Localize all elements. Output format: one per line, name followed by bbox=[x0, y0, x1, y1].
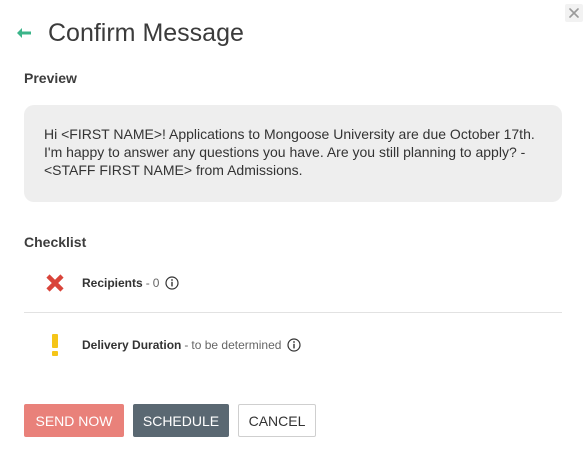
cancel-button[interactable]: CANCEL bbox=[238, 404, 316, 437]
close-button[interactable] bbox=[565, 4, 583, 22]
dialog-title: Confirm Message bbox=[48, 19, 244, 47]
checklist-divider bbox=[24, 312, 562, 313]
checklist-item-separator: - bbox=[184, 338, 189, 352]
info-icon[interactable] bbox=[165, 276, 179, 290]
message-preview: Hi <FIRST NAME>! Applications to Mongoos… bbox=[24, 105, 562, 202]
checklist-item-delivery-duration: Delivery Duration - to be determined bbox=[24, 315, 562, 375]
checklist-label: Checklist bbox=[24, 234, 87, 250]
send-now-button[interactable]: SEND NOW bbox=[24, 404, 124, 437]
checklist-item-separator: - bbox=[145, 276, 150, 290]
info-icon[interactable] bbox=[287, 338, 302, 352]
checklist-item-value: to be determined bbox=[191, 338, 282, 352]
checklist-item-recipients: Recipients - 0 bbox=[24, 253, 562, 313]
preview-label: Preview bbox=[24, 70, 77, 86]
close-icon bbox=[569, 8, 579, 18]
checklist-item-value: 0 bbox=[152, 276, 160, 290]
exclamation-warning-icon bbox=[44, 334, 66, 356]
checklist-item-name: Recipients bbox=[82, 276, 143, 290]
back-arrow-icon[interactable] bbox=[16, 27, 32, 39]
schedule-button[interactable]: SCHEDULE bbox=[133, 404, 229, 437]
checklist-item-name: Delivery Duration bbox=[82, 338, 182, 352]
x-error-icon bbox=[44, 272, 66, 294]
